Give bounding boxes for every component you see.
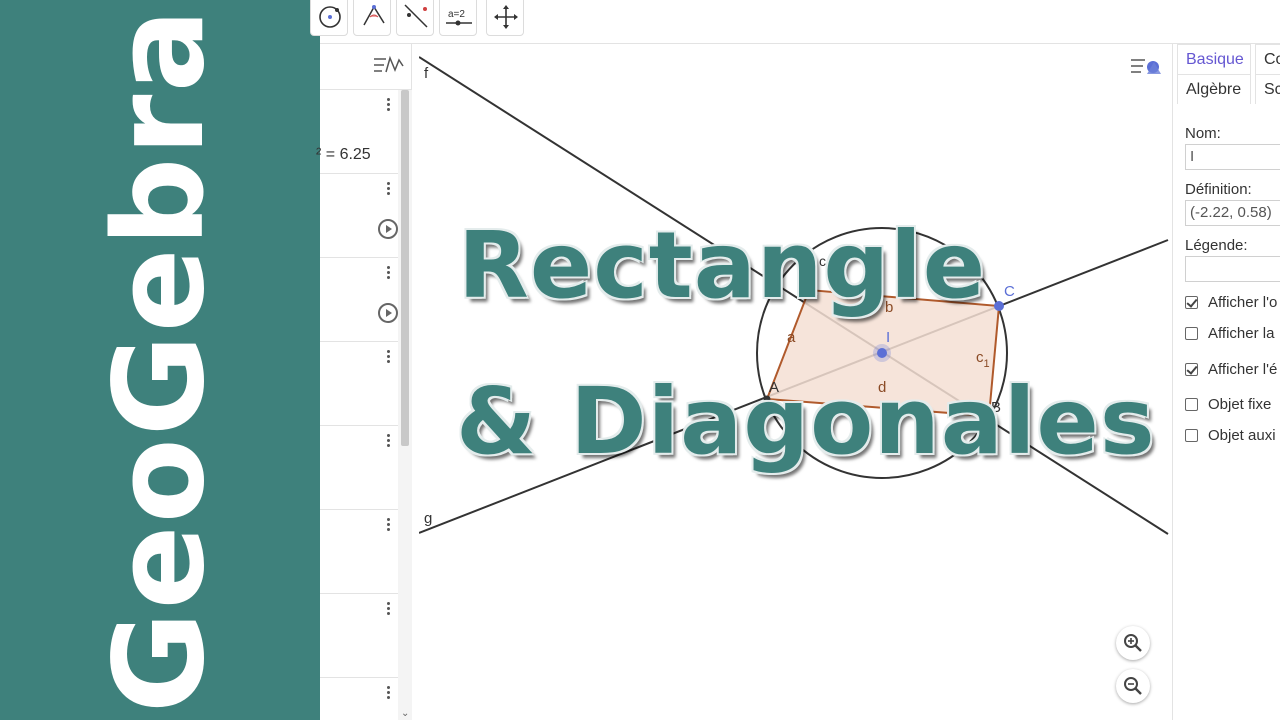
checkbox-icon[interactable] [1185,296,1198,309]
play-animation-icon[interactable] [378,303,398,323]
more-options-icon[interactable] [380,348,396,370]
play-animation-icon[interactable] [378,219,398,239]
brand-logo-text: GeoGebra [88,6,232,714]
name-label: Nom: [1185,125,1221,142]
tab-algebre[interactable]: Algèbre [1177,74,1251,104]
checkbox-icon[interactable] [1185,327,1198,340]
algebra-view: ² = 6.25 ⌄ [316,44,412,720]
angle-tool-button[interactable] [353,0,391,36]
line-label-f: f [424,65,429,82]
algebra-row[interactable] [320,594,398,678]
algebra-row[interactable] [320,258,398,342]
name-field[interactable]: I [1185,144,1280,170]
point-c[interactable] [994,301,1004,311]
scroll-down-arrow-icon[interactable]: ⌄ [401,708,411,719]
algebra-row[interactable] [320,426,398,510]
object-properties-panel: Basique Co Algèbre Sc Nom: I Définition:… [1172,44,1280,720]
move-graphics-tool-icon [494,5,518,29]
algebra-scrollbar[interactable]: ⌄ [398,90,412,720]
sort-menu-icon [374,55,404,73]
algebra-row[interactable] [320,510,398,594]
point-label-i: I [886,329,890,346]
scrollbar-thumb[interactable] [401,90,409,446]
more-options-icon[interactable] [380,264,396,286]
toolbar: a=2 [310,0,1280,44]
move-graphics-tool-button[interactable] [486,0,524,36]
more-options-icon[interactable] [380,600,396,622]
caption-field[interactable] [1185,256,1280,282]
algebra-style-button[interactable] [372,52,406,80]
point-label-c: C [1004,283,1015,300]
zoom-out-button[interactable] [1116,669,1150,703]
checkbox-icon[interactable] [1185,429,1198,442]
graphics-style-icon [1131,59,1161,74]
algebra-row[interactable] [320,678,398,720]
algebra-row[interactable]: ² = 6.25 [316,90,398,174]
checkbox-label: Afficher l'é [1208,361,1278,378]
caption-label: Légende: [1185,237,1248,254]
svg-text:a=2: a=2 [448,9,465,20]
algebra-header [320,44,412,90]
angle-tool-icon [363,5,385,26]
point-i[interactable] [877,348,887,358]
line-tool-icon [404,4,428,28]
line-tool-button[interactable] [396,0,434,36]
checkbox-label: Afficher l'o [1208,294,1278,311]
checkbox-label: Objet fixe [1208,396,1272,413]
more-options-icon[interactable] [380,684,396,706]
brand-band: GeoGebra [0,0,320,720]
algebra-row[interactable] [320,174,398,258]
more-options-icon[interactable] [380,96,396,118]
more-options-icon[interactable] [380,516,396,538]
zoom-in-button[interactable] [1116,626,1150,660]
more-options-icon[interactable] [380,180,396,202]
zoom-in-icon [1124,634,1142,652]
algebra-value: ² = 6.25 [316,146,371,163]
tab-script[interactable]: Sc [1255,74,1280,104]
circle-tool-icon [319,6,341,28]
checkbox-label: Objet auxi [1208,427,1276,444]
tab-couleur[interactable]: Co [1255,44,1280,74]
geogebra-app: GeoGebra a=2 ² = 6.25 ⌄ f g C A B I a b … [0,0,1280,720]
segment-label-a: a [787,329,796,346]
slider-tool-icon: a=2 [446,9,472,26]
checkbox-label: Afficher la [1208,325,1275,342]
more-options-icon[interactable] [380,432,396,454]
circle-tool-button[interactable] [310,0,348,36]
tab-basique[interactable]: Basique [1177,44,1251,74]
video-title-line-1: Rectangle [458,212,987,319]
graphics-style-button[interactable] [1125,50,1167,82]
line-label-g: g [424,510,432,527]
algebra-row[interactable] [320,342,398,426]
checkbox-icon[interactable] [1185,398,1198,411]
video-title-line-2: & Diagonales [456,368,1156,475]
definition-field[interactable]: (-2.22, 0.58) [1185,200,1280,226]
zoom-out-icon [1124,677,1142,695]
checkbox-icon[interactable] [1185,363,1198,376]
slider-tool-button[interactable]: a=2 [439,0,477,36]
definition-label: Définition: [1185,181,1252,198]
